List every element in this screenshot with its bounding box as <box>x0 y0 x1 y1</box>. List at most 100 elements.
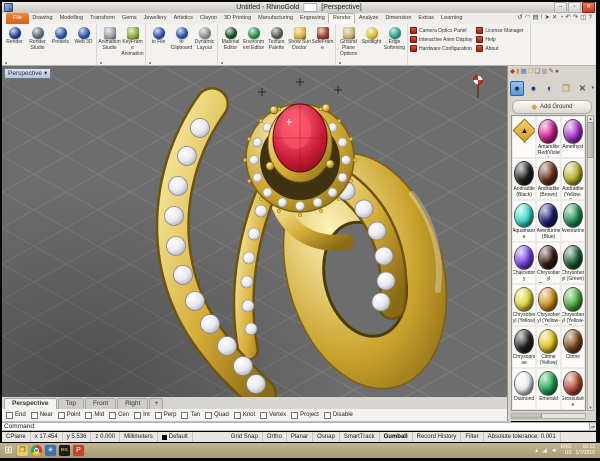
save-icon[interactable]: ◫ <box>580 15 586 22</box>
checkbox-tan[interactable] <box>181 412 188 419</box>
gem-swatch-andradite-yellow-b[interactable]: Andradite (Yellow-B... <box>561 158 585 200</box>
ribbon-button-web-3d[interactable]: Web 3D <box>72 25 95 65</box>
menu-tab-transform[interactable]: Transform <box>87 13 119 24</box>
ribbon-item-about[interactable]: About <box>476 45 523 52</box>
gem-swatch-citrine[interactable]: Citrine <box>561 326 585 368</box>
rhinogold-icon[interactable]: RG <box>59 445 70 456</box>
status-y-5-536[interactable]: y 5.536 <box>63 432 92 442</box>
status-ortho[interactable]: Ortho <box>263 432 287 442</box>
ribbon-button-material-editor[interactable]: Material Editor <box>219 25 242 65</box>
scroll-up-icon[interactable]: ▲ <box>589 116 593 121</box>
osnap-vertex[interactable]: Vertex <box>260 412 286 419</box>
curve-tool-icon[interactable]: ↺ <box>517 15 522 22</box>
select-cursor-icon[interactable]: ➤ <box>544 15 549 22</box>
gem-swatch-diamond[interactable]: Diamond <box>512 368 536 410</box>
status-default[interactable]: Default <box>158 432 193 442</box>
status-gumball[interactable]: Gumball <box>380 432 413 442</box>
menu-tab-render[interactable]: Render <box>328 13 355 24</box>
panel-vertical-scrollbar[interactable]: ▲ ▼ <box>587 115 594 411</box>
ribbon-button-animation-studio[interactable]: Animation Studio <box>98 25 121 65</box>
ruby-gem[interactable] <box>273 104 327 172</box>
menu-tab-jewellery[interactable]: Jewellery <box>140 13 170 24</box>
open-library-button[interactable]: ❐ <box>559 81 573 96</box>
viewport-tab-right[interactable]: Right <box>117 398 148 409</box>
tray-volume-icon[interactable]: ◄ <box>551 448 557 454</box>
checkbox-end[interactable] <box>6 412 13 419</box>
status-filter[interactable]: Filter <box>461 432 483 442</box>
gem-swatch-emerald[interactable]: Emerald <box>536 368 560 410</box>
gem-swatch-chrysoberyl-browni[interactable]: Chrysoberyl (Browni... <box>536 242 560 284</box>
gem-swatch-chalcedony[interactable]: Chalcedony <box>512 242 536 284</box>
status-planar[interactable]: Planar <box>287 432 313 442</box>
status-x-17-454[interactable]: x 17.454 <box>31 432 63 442</box>
redo-icon[interactable]: ↷ <box>573 15 578 22</box>
add-ground-button[interactable]: ◆ Add Ground <box>512 100 592 114</box>
pencil-icon[interactable]: ✎ <box>549 69 554 76</box>
osnap-knot[interactable]: Knot <box>234 412 255 419</box>
checkbox-vertex[interactable] <box>260 412 267 419</box>
menu-tab-3d-printing[interactable]: 3D Printing <box>220 13 254 24</box>
metals-library-button[interactable]: ● <box>526 81 540 96</box>
tray-clock[interactable]: 16:121/7/2015 <box>576 445 595 457</box>
viewport-tab-perspective[interactable]: Perspective <box>4 398 57 409</box>
menu-tab-gems[interactable]: Gems <box>118 13 140 24</box>
gem-swatch-chrysoberyl-yellow-b[interactable]: Chrysoberyl (Yellow-B... <box>536 284 560 326</box>
menu-tab-dimension[interactable]: Dimension <box>382 13 415 24</box>
file-explorer-icon[interactable]: ❐ <box>17 445 28 456</box>
ribbon-button-texture-palette[interactable]: Texture Palette <box>265 25 288 65</box>
materials-library-button[interactable]: ◐ <box>543 81 557 96</box>
gem-swatch-chrysoprase[interactable]: Chrysoprase <box>512 326 536 368</box>
menu-tab-artistics[interactable]: Artistics <box>170 13 196 24</box>
gem-swatch-aventurine-blue[interactable]: Aventurine (Blue) <box>536 200 560 242</box>
checkbox-cen[interactable] <box>109 412 116 419</box>
gem-swatch-chrysoberyl-yellow[interactable]: Chrysoberyl (Yellow) <box>512 284 536 326</box>
start-button[interactable]: ⊞ <box>3 445 14 456</box>
osnap-near[interactable]: Near <box>31 412 53 419</box>
ribbon-item-help[interactable]: Help <box>476 36 523 43</box>
gem-swatch-chrysoberyl-yellow-g[interactable]: Chrysoberyl (Yellow-G... <box>561 284 585 326</box>
checkbox-int[interactable] <box>134 412 141 419</box>
status-osnap[interactable]: Osnap <box>313 432 340 442</box>
ribbon-item-hardware-configuration[interactable]: Hardware Configuration <box>410 45 472 52</box>
copy-icon[interactable]: ❏ <box>535 69 541 76</box>
ribbon-button-edge-softening[interactable]: Edge Softening <box>383 25 406 65</box>
ribbon-button-show-sun-doctor[interactable]: Show Sun Doctor <box>288 25 311 65</box>
menu-tab-analyze[interactable]: Analyze <box>355 13 382 24</box>
status-cplane[interactable]: CPlane <box>2 432 31 442</box>
ribbon-item-license-manager[interactable]: License Manager <box>476 27 523 34</box>
ribbon-button-safeframe[interactable]: SafeFrame <box>311 25 334 65</box>
gem-swatch-grossularite[interactable]: Grossularite <box>561 368 585 410</box>
scroll-down-icon[interactable]: ▼ <box>589 405 593 410</box>
cube-icon[interactable]: ▦ <box>521 69 527 76</box>
tray-language[interactable]: ENGUS <box>561 445 572 457</box>
status-z-0-000[interactable]: z 0.000 <box>91 432 120 442</box>
minimize-button[interactable]: – <box>554 2 567 13</box>
clipboard-icon[interactable]: ▤ <box>533 15 539 22</box>
ribbon-button-render[interactable]: Render <box>3 25 26 65</box>
menu-tab-learning[interactable]: Learning <box>438 13 466 24</box>
ribbon-button-keyframe-animation[interactable]: KeyFrame Animation <box>121 25 144 65</box>
ribbon-button-ground-plane-options[interactable]: Ground Plane Options <box>337 25 360 65</box>
gem-swatch-aventurine[interactable]: Aventurine <box>561 200 585 242</box>
menu-tab-drawing[interactable]: Drawing <box>29 13 56 24</box>
undo-icon[interactable]: ↶ <box>565 15 570 22</box>
gold-bar-icon[interactable]: ▮ <box>516 69 520 76</box>
sphere-red-icon[interactable]: ● <box>555 69 559 76</box>
hscrollbar-thumb[interactable] <box>512 414 542 418</box>
command-line[interactable]: Command: ▴▾ <box>2 422 596 431</box>
gem-swatch-amethyst[interactable]: Amethyst <box>561 116 585 158</box>
menu-tab-manufacturing[interactable]: Manufacturing <box>255 13 297 24</box>
alert-icon[interactable]: ! <box>541 15 543 22</box>
tray-network-icon[interactable]: ◢ <box>542 447 547 454</box>
status-record-history[interactable]: Record History <box>413 432 462 442</box>
checkbox-point[interactable] <box>58 412 65 419</box>
ribbon-button-spotlight[interactable]: Spotlight <box>360 25 383 65</box>
viewport-tab-item[interactable]: + <box>149 398 163 409</box>
arc-tool-icon[interactable]: ◠ <box>525 15 531 22</box>
ribbon-button-environment-editor[interactable]: Environment Editor <box>242 25 265 65</box>
checkbox-project[interactable] <box>291 412 298 419</box>
osnap-end[interactable]: End <box>6 412 26 419</box>
osnap-project[interactable]: Project <box>291 412 319 419</box>
gem-swatch-aquamarine[interactable]: Aquamarine <box>512 200 536 242</box>
command-history-scroll[interactable]: ▴▾ <box>589 423 596 430</box>
